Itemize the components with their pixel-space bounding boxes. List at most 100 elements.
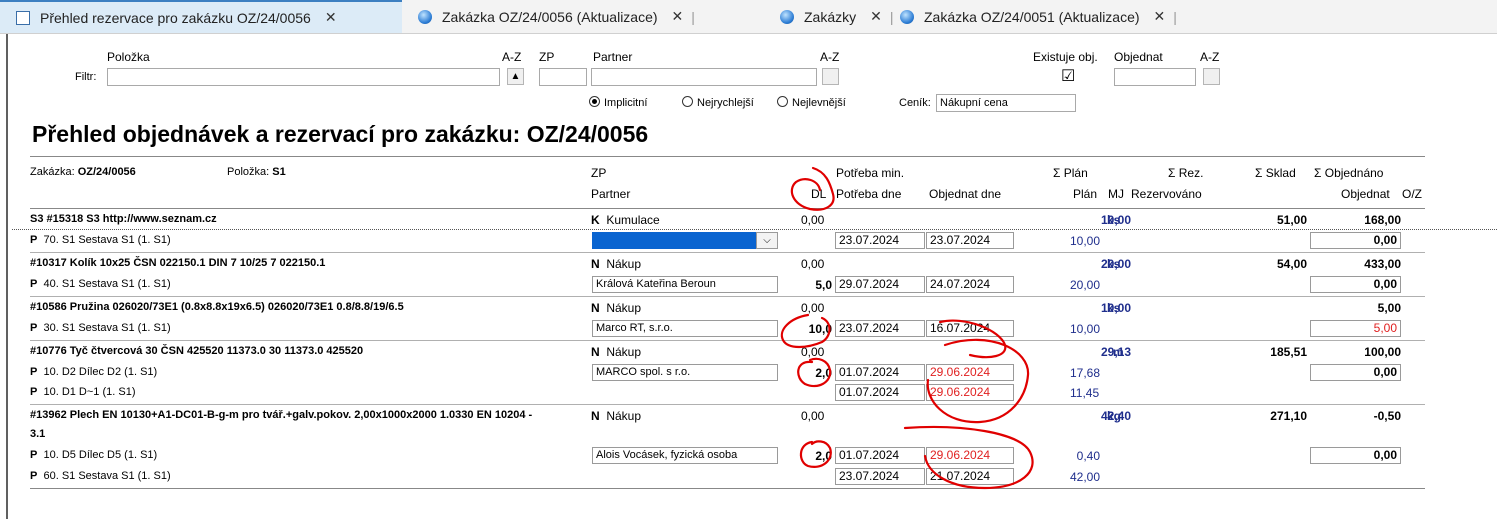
close-icon[interactable]: ✕ [672,8,684,25]
potreba-dne-field[interactable]: 01.07.2024 [835,384,925,401]
potreba-dne-field[interactable]: 23.07.2024 [835,468,925,485]
objednat-field[interactable]: 0,00 [1310,447,1401,464]
table-row[interactable]: P 10. D2 Dílec D2 (1. S1) MARCO spol. s … [30,363,1425,382]
radio-icon [777,96,788,107]
plan-value: 10,00 [1070,234,1101,248]
table-row[interactable]: P 10. D1 D~1 (1. S1) 01.07.2024 29.06.20… [30,383,1425,402]
potreba-dne-field[interactable]: 01.07.2024 [835,447,925,464]
objednat-dne-field[interactable]: 29.06.2024 [926,384,1014,401]
objednat-dne-field[interactable]: 21.07.2024 [926,468,1014,485]
radio-nejrychlejsi[interactable]: Nejrychlejší [682,96,754,109]
tab-label: Zakázky [804,8,857,25]
zp-text: Nákup [606,409,642,423]
close-icon[interactable]: ✕ [325,9,337,26]
objednat-dne-field[interactable]: 23.07.2024 [926,232,1014,249]
p-marker: P [30,366,38,378]
potreba-dne-field[interactable]: 29.07.2024 [835,276,925,293]
zp-code: K Kumulace [591,213,660,227]
objednat-field[interactable]: 5,00 [1310,320,1401,337]
objednat-field[interactable]: 0,00 [1310,276,1401,293]
zp-label: ZP [539,50,555,64]
polozka-label: Položka: [227,166,270,178]
globe-icon [900,9,914,24]
sub-item-name: 10. D2 Dílec D2 (1. S1) [43,366,158,378]
objednano-value: 5,00 [1377,301,1401,315]
polozka-label: Položka [107,50,150,64]
col-objednat-dne: Objednat dne [929,187,1002,201]
zp-text: Kumulace [606,213,660,227]
plan-value: 10,00 [1100,213,1131,227]
col-partner: Partner [591,187,631,201]
objednat-dne-field[interactable]: 16.07.2024 [926,320,1014,337]
existuje-obj-checkbox[interactable]: ☑ [1061,66,1075,86]
partner-dropdown[interactable] [592,232,778,249]
objednat-field[interactable]: 0,00 [1310,364,1401,381]
tab-zakazka-0056[interactable]: Zakázka OZ/24/0056 (Aktualizace) ✕ | [418,0,695,33]
tab-bar: Přehled rezervace pro zakázku OZ/24/0056… [0,0,1497,34]
table-row[interactable]: P 40. S1 Sestava S1 (1. S1) Králová Kate… [30,275,1425,294]
potreba-dne-field[interactable]: 23.07.2024 [835,320,925,337]
cenik-input[interactable]: Nákupní cena [936,94,1076,112]
partner-filter-input[interactable] [591,68,817,86]
potreba-dne-field[interactable]: 23.07.2024 [835,232,925,249]
chevron-down-icon[interactable]: ⌵ [756,232,778,249]
close-icon[interactable]: ✕ [1154,8,1166,25]
table-row[interactable]: S3 #15318 S3 http://www.seznam.cz K Kumu… [30,210,1425,229]
close-icon[interactable]: ✕ [870,8,882,25]
partner-az-button[interactable] [822,68,839,85]
item-name-continued: 3.1 [30,428,46,440]
zp-code: N Nákup [591,409,641,423]
radio-nejlevnejsi[interactable]: Nejlevnější [777,96,846,109]
col-plan: Plán [1073,187,1098,201]
partner-field[interactable]: Marco RT, s.r.o. [592,320,778,337]
table-row[interactable]: P 60. S1 Sestava S1 (1. S1) 23.07.2024 2… [30,467,1425,486]
objednat-dne-field[interactable]: 29.06.2024 [926,364,1014,381]
table-row[interactable]: #10586 Pružina 026020/73E1 (0.8x8.8x19x6… [30,298,1425,317]
radio-implicitni[interactable]: Implicitní [589,96,647,109]
table-row[interactable]: #10776 Tyč čtvercová 30 ČSN 425520 11373… [30,342,1425,361]
sub-item: P 30. S1 Sestava S1 (1. S1) [30,322,171,334]
partner-field[interactable]: Králová Kateřina Beroun [592,276,778,293]
item-name: #10586 Pružina 026020/73E1 (0.8x8.8x19x6… [30,301,404,313]
zp-code: N Nákup [591,301,641,315]
sklad-value: 54,00 [1276,257,1307,271]
zp-text: Nákup [606,257,642,271]
col-potreba-dne: Potřeba dne [836,187,902,201]
radio-selected-icon [589,96,600,107]
radio-label: Nejlevnější [792,97,846,109]
plan-value: 20,00 [1070,278,1101,292]
dl-value: 0,00 [801,257,825,271]
col-oz: O/Z [1402,187,1422,201]
objednat-filter-input[interactable] [1114,68,1196,86]
table-row[interactable]: P 30. S1 Sestava S1 (1. S1) Marco RT, s.… [30,319,1425,338]
table-row[interactable]: #10317 Kolík 10x25 ČSN 022150.1 DIN 7 10… [30,254,1425,273]
polozka-filter-input[interactable] [107,68,500,86]
zp-code: N Nákup [591,345,641,359]
objednat-az-button[interactable] [1203,68,1220,85]
objednat-dne-field[interactable]: 24.07.2024 [926,276,1014,293]
partner-field[interactable]: MARCO spol. s r.o. [592,364,778,381]
table-row[interactable]: P 70. S1 Sestava S1 (1. S1) ⌵ 23.07.2024… [30,231,1425,250]
mj-value: ks [1107,301,1121,315]
tab-zakazka-0051[interactable]: Zakázka OZ/24/0051 (Aktualizace) ✕ | [900,0,1177,33]
partner-field[interactable]: Alois Vocásek, fyzická osoba [592,447,778,464]
col-objednat: Objednat [1341,187,1390,201]
filtr-label: Filtr: [75,71,97,83]
objednat-label: Objednat [1114,50,1163,64]
table-row[interactable]: #13962 Plech EN 10130+A1-DC01-B-g-m pro … [30,406,1425,444]
sort-az-button[interactable]: ▲ [507,68,524,85]
cenik-label: Ceník: [899,97,931,109]
zp-code-value: N [591,345,600,359]
table-row[interactable]: P 10. D5 Dílec D5 (1. S1) Alois Vocásek,… [30,446,1425,465]
divider [30,296,1425,297]
objednat-dne-field[interactable]: 29.06.2024 [926,447,1014,464]
p-marker: P [30,386,38,398]
col-rez-sum: Σ Rez. [1168,166,1204,180]
potreba-dne-field[interactable]: 01.07.2024 [835,364,925,381]
zp-filter-input[interactable] [539,68,587,86]
divider [30,156,1425,157]
tab-zakazky[interactable]: Zakázky ✕ | [780,0,894,33]
tab-prehled-rezervace[interactable]: Přehled rezervace pro zakázku OZ/24/0056… [0,0,402,33]
plan-value: 42,40 [1100,409,1131,423]
objednat-field[interactable]: 0,00 [1310,232,1401,249]
